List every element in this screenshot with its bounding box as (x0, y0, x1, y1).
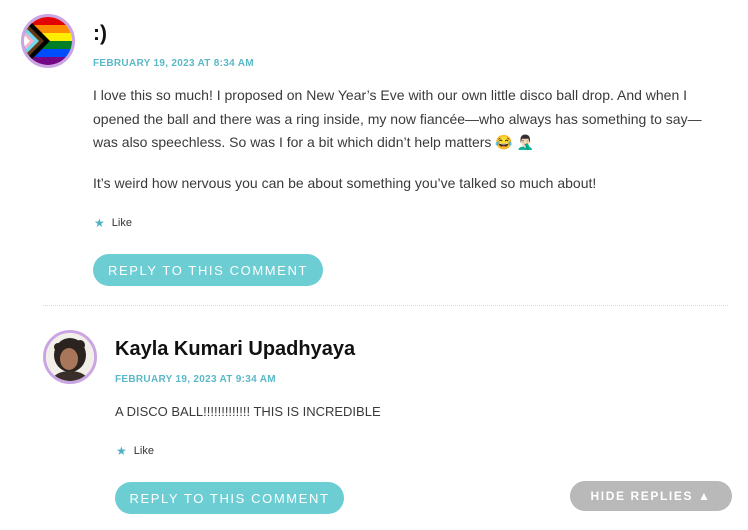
star-icon: ★ (94, 216, 105, 230)
comment-divider (43, 305, 728, 306)
progress-pride-flag-icon (24, 17, 72, 65)
hide-replies-button[interactable]: HIDE REPLIES ▲ (570, 481, 732, 511)
commenter-avatar[interactable] (21, 14, 75, 68)
reply-author[interactable]: Kayla Kumari Upadhyaya (115, 338, 355, 361)
comment-author: :) (93, 22, 107, 45)
reply-button[interactable]: REPLY TO THIS COMMENT (115, 482, 344, 514)
reply-button[interactable]: REPLY TO THIS COMMENT (93, 254, 323, 286)
comment-date[interactable]: FEBRUARY 19, 2023 AT 8:34 AM (93, 58, 254, 69)
star-icon: ★ (116, 444, 127, 458)
like-label: Like (133, 445, 154, 457)
reply-date[interactable]: FEBRUARY 19, 2023 AT 9:34 AM (115, 374, 276, 385)
reply-like-button[interactable]: ★ Like (116, 444, 154, 458)
profile-photo-icon (46, 333, 94, 381)
like-label: Like (111, 217, 132, 229)
reply-paragraph: A DISCO BALL!!!!!!!!!!!!! THIS IS INCRED… (115, 404, 381, 419)
comment-paragraph: I love this so much! I proposed on New Y… (93, 87, 702, 150)
comment-paragraph: It’s weird how nervous you can be about … (93, 175, 597, 191)
reply-author-avatar[interactable] (43, 330, 97, 384)
like-button[interactable]: ★ Like (94, 216, 132, 230)
